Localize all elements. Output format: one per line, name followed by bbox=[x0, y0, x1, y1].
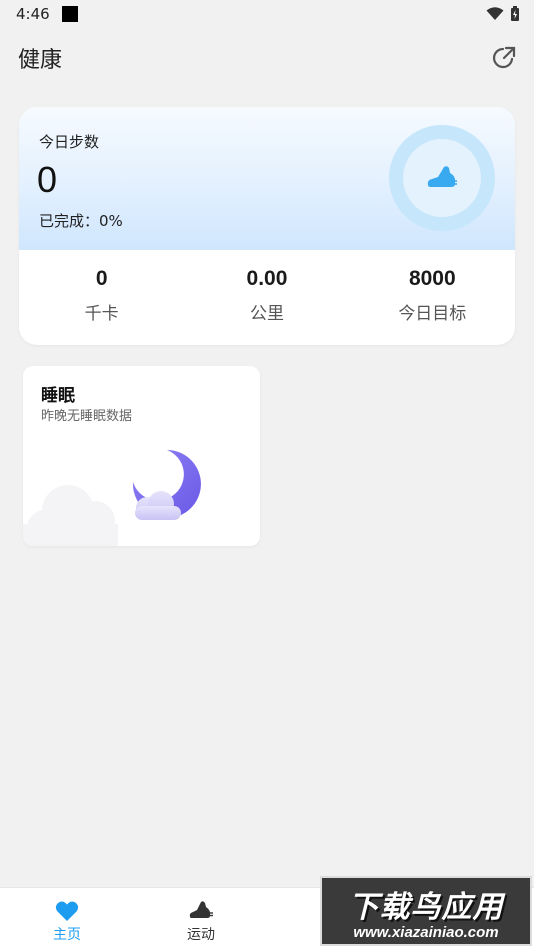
steps-label: 今日步数 bbox=[39, 133, 100, 151]
status-bar: 4:46 bbox=[0, 0, 534, 28]
moon-cloud-illustration bbox=[23, 450, 201, 546]
nav-label-sport: 运动 bbox=[187, 927, 215, 943]
share-button[interactable] bbox=[490, 44, 518, 72]
steps-completed: 已完成：0% bbox=[39, 212, 123, 230]
stat-value: 8000 bbox=[408, 267, 456, 290]
watermark-logo: 下载鸟应用 www.xiazainiao.com bbox=[320, 876, 532, 946]
sleep-card[interactable]: 睡眠 昨晚无睡眠数据 bbox=[23, 366, 260, 546]
stats-row: 0 千卡 0.00 公里 8000 今日目标 bbox=[19, 267, 515, 337]
stat-value: 0 bbox=[95, 267, 108, 290]
steps-card[interactable]: 今日步数 0 已完成：0% 0 千卡 0.00 公里 8000 今日目标 bbox=[19, 107, 515, 345]
steps-progress-ring bbox=[389, 125, 495, 231]
stat-label: 千卡 bbox=[84, 304, 119, 324]
nav-item-sport[interactable]: 运动 bbox=[134, 888, 268, 950]
stat-distance: 0.00 公里 bbox=[184, 267, 349, 337]
watermark-title: 下载鸟应用 bbox=[348, 889, 504, 925]
running-shoe-icon bbox=[427, 166, 457, 187]
shoe-icon bbox=[189, 901, 213, 918]
status-time: 4:46 bbox=[16, 5, 50, 23]
stat-label: 今日目标 bbox=[398, 304, 467, 324]
status-icons bbox=[486, 6, 520, 22]
heart-icon bbox=[55, 901, 79, 921]
nav-label-home: 主页 bbox=[53, 927, 81, 943]
stat-goal: 8000 今日目标 bbox=[350, 267, 515, 337]
nav-item-home[interactable]: 主页 bbox=[0, 888, 134, 950]
page-title: 健康 bbox=[18, 48, 63, 73]
share-icon bbox=[492, 46, 516, 69]
wifi-icon bbox=[486, 7, 504, 20]
watermark-url: www.xiazainiao.com bbox=[353, 923, 499, 941]
stat-label: 公里 bbox=[249, 304, 284, 324]
steps-header: 今日步数 0 已完成：0% bbox=[19, 107, 515, 250]
stat-calories: 0 千卡 bbox=[19, 267, 184, 337]
steps-value: 0 bbox=[37, 159, 58, 200]
app-bar: 健康 bbox=[0, 36, 534, 80]
status-time-group: 4:46 bbox=[16, 5, 78, 23]
battery-icon bbox=[511, 6, 519, 21]
cloud-icon bbox=[23, 485, 118, 546]
notification-icon bbox=[61, 6, 78, 22]
sleep-subtitle: 昨晚无睡眠数据 bbox=[41, 409, 133, 424]
stat-value: 0.00 bbox=[246, 267, 288, 290]
sleep-title: 睡眠 bbox=[41, 386, 75, 406]
